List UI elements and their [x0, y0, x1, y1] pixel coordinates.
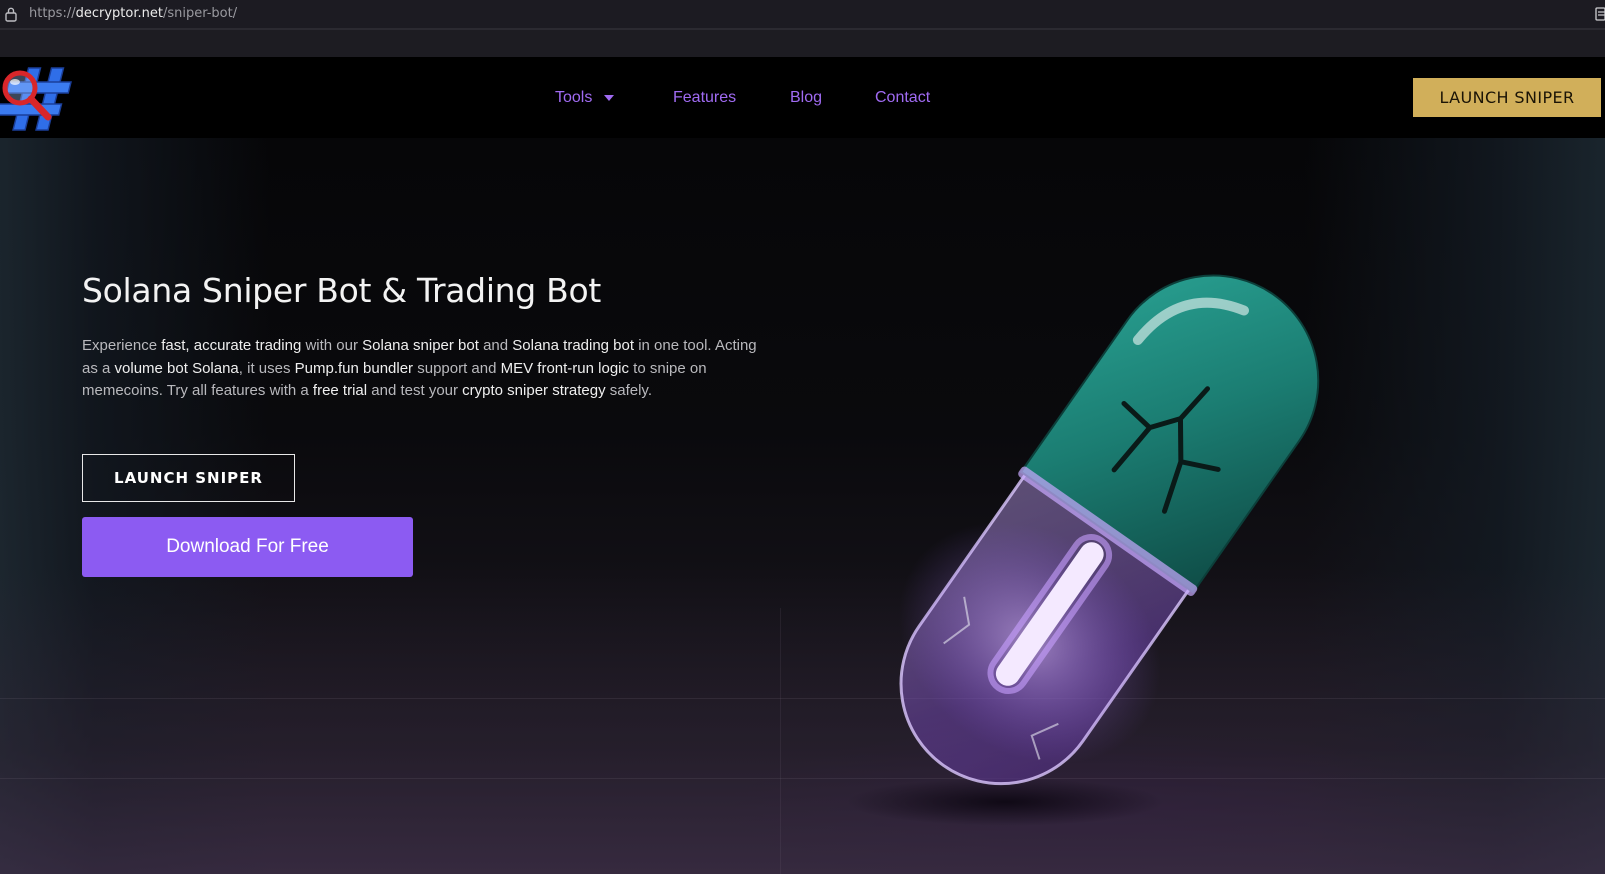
floor-line: [0, 778, 1605, 779]
floor-line: [0, 698, 1605, 699]
nav-blog[interactable]: Blog: [790, 89, 875, 107]
hero-section: Solana Sniper Bot & Trading Bot Experien…: [0, 138, 1605, 874]
main-nav: Tools Features Blog Contact: [555, 57, 930, 138]
cracked-pill-illustration: [898, 274, 1320, 786]
url-domain: decryptor.net: [75, 6, 163, 21]
hash-magnifier-logo-icon: [0, 67, 72, 131]
browser-toolbar-strip: [0, 28, 1605, 57]
hero-description: Experience fast, accurate trading with o…: [82, 337, 757, 399]
nav-tools-label: Tools: [555, 88, 593, 106]
background-floor: [0, 568, 1605, 874]
nav-tools[interactable]: Tools: [555, 89, 673, 107]
nav-features[interactable]: Features: [673, 89, 790, 107]
nav-contact[interactable]: Contact: [875, 89, 930, 107]
site-header: Tools Features Blog Contact LAUNCH SNIPE…: [0, 57, 1605, 138]
url-path: /sniper-bot/: [162, 6, 238, 21]
reader-view-icon[interactable]: [1595, 6, 1605, 22]
hero-title: Solana Sniper Bot & Trading Bot: [82, 271, 602, 310]
caret-down-icon: [604, 94, 615, 101]
header-launch-sniper-button[interactable]: LAUNCH SNIPER: [1413, 78, 1601, 117]
browser-address-bar: https://decryptor.net/sniper-bot/: [0, 0, 1605, 28]
download-for-free-button[interactable]: Download For Free: [82, 517, 413, 577]
url-text[interactable]: https://decryptor.net/sniper-bot/: [29, 6, 237, 21]
site-logo[interactable]: [0, 62, 78, 132]
lock-icon: [4, 6, 18, 22]
floor-seam: [780, 608, 781, 874]
url-prefix: https://: [29, 6, 76, 21]
hero-launch-sniper-button[interactable]: LAUNCH SNIPER: [82, 454, 295, 502]
